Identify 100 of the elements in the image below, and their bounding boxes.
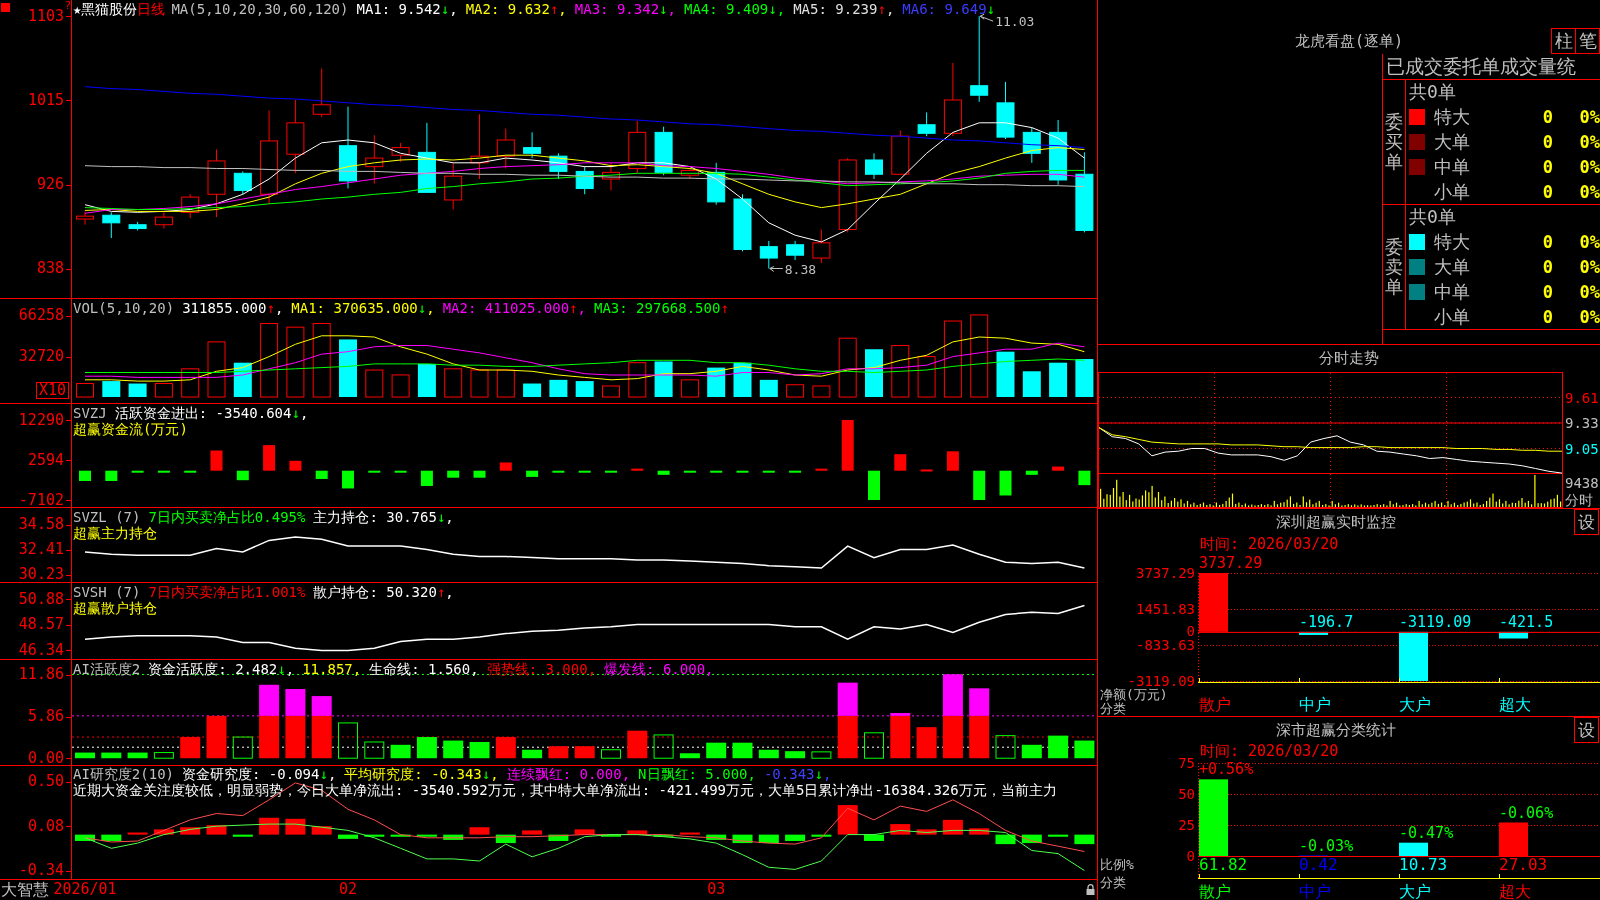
axis-label: 3737.29 (1136, 566, 1195, 580)
legend-item: N日飘红: 5.000, (638, 766, 756, 782)
price-annotation: 8.38 (769, 261, 817, 277)
order-count: 0 (1542, 232, 1553, 253)
axis-label: 1015 (27, 92, 64, 108)
axis-label: 0.08 (27, 818, 64, 834)
axis-label: -3119.09 (1127, 674, 1195, 688)
axis-label: 32.41 (18, 542, 64, 557)
indicator-title: AI研究度2(10) (73, 766, 174, 782)
time-label: 时间: 2026/03/20 (1200, 536, 1339, 552)
order-share: 0% (1579, 132, 1600, 152)
legend-item: -0.343↓, (763, 766, 832, 782)
legend-item: MA1: 9.542↓, (356, 1, 458, 17)
legend-item: 活跃资金进出: -3540.604↓, (114, 405, 309, 421)
date-label: 02 (338, 881, 358, 898)
legend-item: 强势线: 3.000, (486, 661, 597, 677)
indicator-title: SVZJ (73, 405, 107, 421)
group-label: 委卖单 (1385, 237, 1403, 297)
max-volume-label: 9438 (1565, 476, 1599, 490)
axis-label: 9.05 (1565, 441, 1599, 456)
order-count: 0 (1542, 107, 1553, 128)
axis-title: 净额(万元) (1100, 688, 1168, 702)
axis-title: 分类 (1100, 876, 1126, 890)
order-size-label: 中单 (1434, 156, 1470, 177)
order-share: 0% (1579, 181, 1600, 202)
order-count: 0 (1542, 181, 1553, 202)
value-label: 27.03 (1499, 857, 1548, 873)
axis-label: 1451.83 (1136, 602, 1195, 616)
value-label: 0.42 (1299, 857, 1338, 873)
brand-name: 大智慧 (0, 880, 49, 899)
category-label: 大户 (1399, 697, 1431, 713)
category-label: 散户 (1199, 884, 1231, 900)
order-share: 0% (1579, 281, 1600, 302)
axis-label: 34.58 (18, 517, 64, 532)
axis-label: 0.50 (27, 774, 64, 790)
order-share: 0% (1579, 257, 1600, 277)
legend-item: MA2: 411025.000↑, (442, 300, 586, 316)
axis-label: 32720 (18, 349, 64, 365)
axis-label: -7102 (18, 492, 64, 508)
axis-label: 11.86 (18, 667, 64, 682)
axis-label: 48.57 (18, 617, 64, 633)
axis-label: 2594 (27, 452, 64, 468)
section-title: 深市超赢分类统计 (1276, 721, 1396, 739)
order-size-label: 小单 (1434, 181, 1470, 202)
order-count: 0 (1542, 281, 1553, 302)
order-count: 0 (1542, 156, 1553, 177)
indicator-subtitle: 超赢资金流(万元) (73, 421, 188, 437)
axis-label: 46.34 (18, 642, 64, 658)
axis-label: 5.86 (27, 709, 64, 725)
order-count: 0 (1542, 257, 1553, 277)
legend-item: MA3: 9.342↓, (574, 1, 676, 17)
order-share: 0% (1579, 306, 1600, 327)
section-title: 深圳超赢实时监控 (1276, 513, 1396, 531)
category-label: 超大 (1499, 697, 1531, 713)
axis-label: 50.88 (18, 591, 64, 607)
indicator-params: MA(5,10,20,30,60,120) (171, 1, 349, 17)
legend-item: 资金研究度: -0.094↓, (182, 766, 337, 782)
legend-item: MA1: 370635.000↓, (291, 300, 435, 316)
annotation: 8.38 (784, 261, 817, 277)
axis-label: 1103 (27, 8, 64, 24)
legend-item: 11.857, (302, 661, 362, 677)
legend-item: 资金活跃度: 2.482↓, (148, 661, 295, 677)
period-label: 日线 (137, 1, 166, 17)
value-label: 3737.29 (1199, 555, 1263, 571)
axis-label: -833.63 (1136, 638, 1195, 652)
legend-item: MA3: 297668.500↑ (593, 300, 729, 316)
legend-item: 7日内买卖净占比0.495% (148, 509, 306, 525)
legend-item: MA2: 9.632↑, (465, 1, 567, 17)
value-label: -421.5 (1499, 613, 1554, 630)
legend-item: 311855.000↑, (182, 300, 284, 316)
change-label: +0.56% (1199, 761, 1254, 778)
value-label: 10.73 (1399, 857, 1448, 873)
legend-item: 连续飘红: 0.000, (506, 766, 631, 782)
indicator-title: VOL(5,10,20) (73, 300, 175, 316)
stock-name: ★黑猫股份 (73, 1, 138, 17)
axis-label: 9.33 (1565, 416, 1599, 430)
change-label: -0.03% (1299, 837, 1354, 854)
axis-label: 0 (1186, 849, 1195, 863)
category-label: 中户 (1299, 697, 1331, 713)
order-size-label: 中单 (1434, 281, 1470, 302)
indicator-subtitle: 超赢主力持仓 (73, 525, 157, 541)
time-label: 时间: 2026/03/20 (1200, 743, 1339, 759)
annotation: 11.03 (995, 14, 1035, 30)
indicator-title: SVSH (7) (73, 584, 141, 600)
unit-multiplier: X10 (35, 382, 69, 399)
legend-item: MA4: 9.409↓, (683, 1, 786, 17)
category-label: 中户 (1299, 884, 1331, 900)
order-size-label: 大单 (1434, 132, 1470, 152)
axis-label: 926 (36, 177, 64, 193)
value-label: -196.7 (1299, 613, 1354, 630)
panel-title: 龙虎看盘(逐单) (1294, 33, 1404, 49)
section-title: 分时走势 (1319, 350, 1379, 367)
change-label: -0.06% (1499, 804, 1554, 821)
category-label: 大户 (1399, 884, 1431, 900)
group-label: 委买单 (1385, 112, 1403, 172)
axis-label: 30.23 (18, 567, 64, 582)
category-label: 散户 (1199, 697, 1231, 713)
order-count: 0 (1542, 306, 1553, 327)
value-label: 61.82 (1199, 857, 1248, 873)
axis-label: 75 (1178, 756, 1195, 770)
